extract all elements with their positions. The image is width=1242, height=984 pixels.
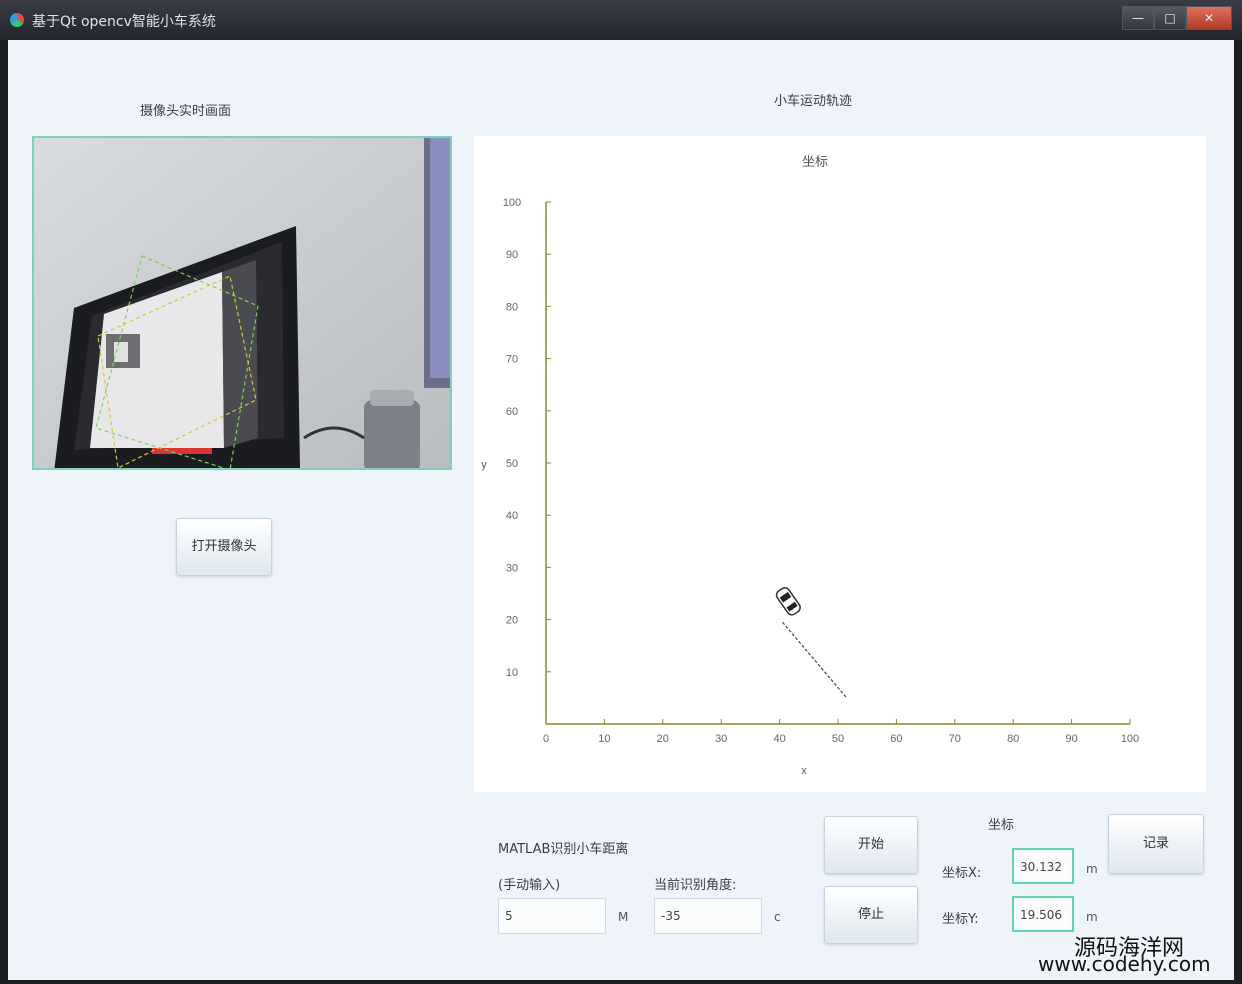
y-tick-label: 90 [506, 249, 518, 261]
close-button[interactable]: ✕ [1186, 6, 1232, 30]
chart-axes [545, 202, 1130, 725]
y-tick-label: 100 [503, 197, 521, 209]
open-camera-button[interactable]: 打开摄像头 [176, 518, 272, 576]
x-tick-label: 70 [949, 733, 961, 745]
app-window: 基于Qt opencv智能小车系统 — □ ✕ 摄像头实时画面 打开摄像头 小车… [0, 0, 1242, 984]
app-logo-icon [10, 13, 24, 27]
x-tick-label: 90 [1065, 733, 1077, 745]
x-tick-label: 60 [890, 733, 902, 745]
x-tick-label: 0 [543, 733, 549, 745]
minimize-icon: — [1132, 11, 1144, 25]
car-shell [775, 587, 801, 616]
x-axis-label: x [801, 765, 807, 777]
angle-unit: c [774, 910, 781, 924]
window-title: 基于Qt opencv智能小车系统 [32, 14, 216, 30]
minimize-button[interactable]: — [1122, 6, 1154, 30]
start-button[interactable]: 开始 [824, 816, 918, 874]
manual-input-label: (手动输入) [498, 878, 561, 893]
chart-title: 坐标 [802, 154, 828, 169]
y-tick-label: 20 [506, 615, 518, 627]
camera-heading: 摄像头实时画面 [140, 104, 232, 119]
y-tick-label: 80 [506, 301, 518, 313]
main-panel: 摄像头实时画面 打开摄像头 小车运动轨迹 坐标 0 10 20 30 40 50… [8, 40, 1234, 980]
coord-heading: 坐标 [988, 818, 1015, 833]
car-icon [775, 587, 801, 616]
distance-unit: M [618, 910, 629, 924]
car-body [775, 587, 801, 616]
coord-x-unit: m [1086, 862, 1098, 876]
distance-label: MATLAB识别小车距离 [498, 842, 629, 857]
angle-label: 当前识别角度: [654, 878, 737, 893]
record-button[interactable]: 记录 [1108, 814, 1204, 874]
coord-y-unit: m [1086, 910, 1098, 924]
watermark-url: www.codehy.com [1038, 952, 1211, 976]
y-tick-label: 60 [506, 406, 518, 418]
camera-view [32, 136, 452, 470]
y-tick-label: 10 [506, 667, 518, 679]
trajectory-chart: 坐标 0 10 20 30 40 50 60 70 80 90 100 10 20 30 40 50 60 70… [474, 136, 1206, 792]
coord-y-label: 坐标Y: [942, 912, 979, 927]
coord-x-field[interactable]: 30.132 [1012, 848, 1074, 884]
distance-input[interactable]: 5 [498, 898, 606, 934]
y-tick-label: 30 [506, 562, 518, 574]
trajectory-path [782, 621, 848, 699]
chart-svg: 坐标 0 10 20 30 40 50 60 70 80 90 100 10 20 30 40 50 60 70… [481, 154, 1139, 777]
title-bar[interactable]: 基于Qt opencv智能小车系统 — □ ✕ [0, 0, 1242, 40]
x-tick-label: 80 [1007, 733, 1019, 745]
angle-input[interactable]: -35 [654, 898, 762, 934]
y-tick-label: 50 [506, 458, 518, 470]
trajectory-heading: 小车运动轨迹 [774, 94, 853, 109]
x-tick-label: 50 [832, 733, 844, 745]
coord-x-label: 坐标X: [942, 866, 982, 881]
x-tick-label: 20 [657, 733, 669, 745]
y-axis-ticks: 10 20 30 40 50 60 70 80 90 100 [503, 197, 551, 679]
x-tick-label: 100 [1121, 733, 1139, 745]
x-tick-label: 30 [715, 733, 727, 745]
close-icon: ✕ [1203, 11, 1215, 25]
window-controls: — □ ✕ [1122, 6, 1232, 30]
y-tick-label: 70 [506, 354, 518, 366]
x-tick-label: 10 [598, 733, 610, 745]
camera-image [34, 138, 450, 468]
coord-y-field[interactable]: 19.506 [1012, 896, 1074, 932]
x-tick-label: 40 [773, 733, 785, 745]
y-axis-label: y [481, 459, 487, 471]
x-axis-ticks: 0 10 20 30 40 50 60 70 80 90 100 [543, 719, 1139, 745]
stop-button[interactable]: 停止 [824, 886, 918, 944]
maximize-button[interactable]: □ [1154, 6, 1186, 30]
trajectory-line [782, 621, 848, 699]
maximize-icon: □ [1164, 11, 1176, 25]
y-tick-label: 40 [506, 510, 518, 522]
